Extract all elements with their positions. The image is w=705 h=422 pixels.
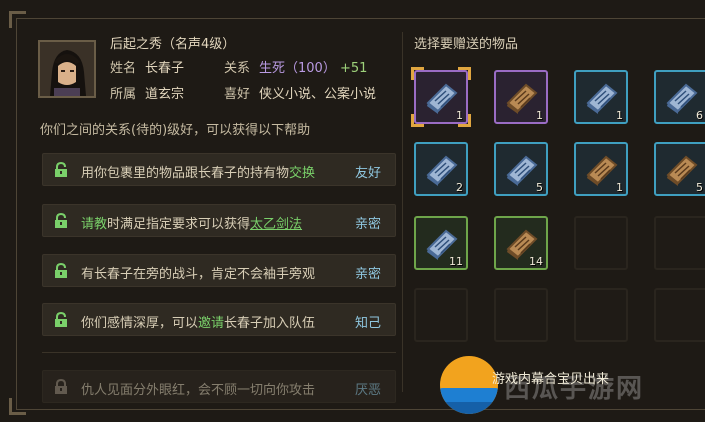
- perk-battle-help[interactable]: 有长春子在旁的战斗，肯定不会袖手旁观 亲密: [42, 254, 396, 287]
- unlock-icon: [55, 213, 67, 228]
- perk-text: 有长春子在旁的战斗，肯定不会袖手旁观: [81, 267, 316, 282]
- item-count: 5: [696, 181, 703, 194]
- perk-invite-party[interactable]: 你们感情深厚，可以邀请长春子加入队伍 知己: [42, 303, 396, 336]
- gift-slot[interactable]: 14: [494, 216, 548, 270]
- book-icon: [426, 83, 458, 114]
- perk-text: 仇人见面分外眼红，会不顾一切向你攻击: [81, 383, 316, 398]
- perk-highlight: 邀请: [198, 316, 225, 331]
- gift-slot[interactable]: 11: [414, 216, 468, 270]
- book-icon: [666, 83, 698, 114]
- item-count: 5: [536, 181, 543, 194]
- gift-slot[interactable]: 5: [494, 142, 548, 196]
- perk-separator: [42, 352, 396, 353]
- item-count: 2: [456, 181, 463, 194]
- gift-slot[interactable]: 1: [414, 70, 468, 124]
- item-count: 1: [456, 109, 463, 122]
- gift-slot[interactable]: 1: [574, 142, 628, 196]
- character-title: 后起之秀（名声4级）: [110, 37, 236, 52]
- item-count: 11: [449, 255, 463, 268]
- empty-gift-slot: [654, 216, 705, 270]
- relation-value-wrap: 生死（100） +51: [259, 57, 367, 76]
- relation-label: 关系: [224, 61, 251, 76]
- unlock-icon: [55, 263, 67, 278]
- perk-exchange[interactable]: 用你包裹里的物品跟长春子的持有物交换 友好: [42, 153, 396, 186]
- empty-gift-slot: [654, 288, 705, 342]
- book-icon: [426, 155, 458, 186]
- unlock-icon: [55, 162, 67, 177]
- perk-level: 亲密: [354, 267, 381, 282]
- hobby-label: 喜好: [224, 87, 251, 102]
- gift-slot[interactable]: 5: [654, 142, 705, 196]
- perk-text: 用你包裹里的物品跟长春子的持有物交换: [81, 166, 316, 181]
- gift-slot[interactable]: 6: [654, 70, 705, 124]
- watermark-logo: [440, 356, 498, 414]
- relation-value: 生死（100）: [259, 61, 336, 76]
- unlock-icon: [55, 312, 67, 327]
- empty-gift-slot: [414, 288, 468, 342]
- gift-slot[interactable]: 1: [574, 70, 628, 124]
- perk-hatred: 仇人见面分外眼红，会不顾一切向你攻击 厌恶: [42, 370, 396, 403]
- item-count: 1: [536, 109, 543, 122]
- gift-slot[interactable]: 1: [494, 70, 548, 124]
- corner-ornament: [9, 11, 26, 28]
- faction-label: 所属: [110, 87, 137, 102]
- perk-text: 请教时满足指定要求可以获得太乙剑法: [81, 217, 303, 232]
- faction-value: 道玄宗: [145, 87, 185, 102]
- book-icon: [506, 83, 538, 114]
- corner-ornament: [9, 398, 26, 415]
- item-count: 1: [616, 181, 623, 194]
- relation-description: 你们之间的关系(待的)级好，可以获得以下帮助: [40, 123, 311, 138]
- perk-highlight: 交换: [289, 166, 316, 181]
- dialog-frame: 后起之秀（名声4级） 姓名 长春子 关系 生死（100） +51 所属 道玄宗 …: [0, 0, 705, 422]
- book-icon: [506, 155, 538, 186]
- perk-level: 厌恶: [354, 383, 381, 398]
- perk-text: 你们感情深厚，可以邀请长春子加入队伍: [81, 316, 316, 331]
- empty-gift-slot: [574, 288, 628, 342]
- character-portrait: [38, 40, 96, 98]
- gift-panel-title: 选择要赠送的物品: [414, 37, 519, 52]
- perk-highlight: 请教: [81, 217, 108, 232]
- perk-level: 亲密: [354, 217, 381, 232]
- panel-divider: [402, 32, 403, 392]
- book-icon: [666, 155, 698, 186]
- item-count: 1: [616, 109, 623, 122]
- empty-gift-slot: [574, 216, 628, 270]
- item-count: 14: [529, 255, 543, 268]
- site-watermark: 西瓜手游网 游戏内幕合宝贝出来: [440, 356, 702, 416]
- name-label: 姓名: [110, 61, 137, 76]
- name-value: 长春子: [145, 61, 185, 76]
- relation-bonus: +51: [339, 61, 368, 76]
- book-icon: [586, 155, 618, 186]
- perk-level: 友好: [354, 166, 381, 181]
- hobby-value: 侠义小说、公案小说: [259, 87, 377, 102]
- watermark-caption: 游戏内幕合宝贝出来: [492, 372, 610, 387]
- skill-link[interactable]: 太乙剑法: [250, 217, 302, 232]
- empty-gift-slot: [494, 288, 548, 342]
- perk-request-teaching[interactable]: 请教时满足指定要求可以获得太乙剑法 亲密: [42, 204, 396, 237]
- gift-slot[interactable]: 2: [414, 142, 468, 196]
- perk-level: 知己: [354, 316, 381, 331]
- item-count: 6: [696, 109, 703, 122]
- lock-icon: [55, 379, 67, 394]
- book-icon: [586, 83, 618, 114]
